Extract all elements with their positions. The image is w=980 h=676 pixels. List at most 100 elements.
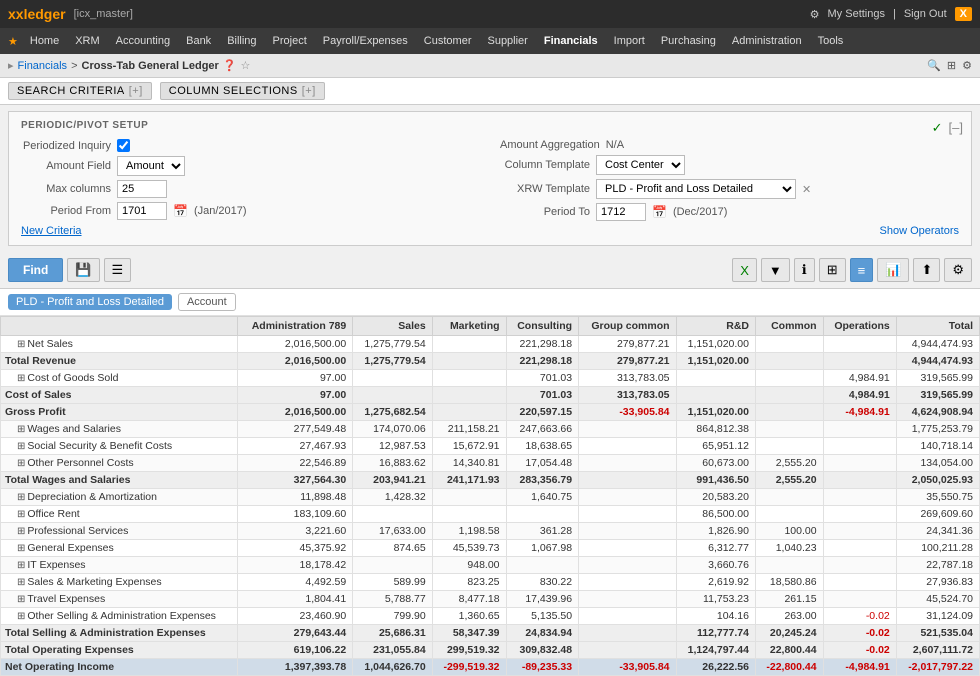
search-icon[interactable]: 🔍: [927, 59, 941, 72]
row-label[interactable]: ⊞Travel Expenses: [1, 591, 238, 608]
amount-field-select[interactable]: Amount: [117, 156, 185, 176]
row-label[interactable]: ⊞General Expenses: [1, 540, 238, 557]
setup-check-icon[interactable]: ✓: [932, 120, 943, 136]
row-label[interactable]: ⊞Sales & Marketing Expenses: [1, 574, 238, 591]
search-criteria-button[interactable]: SEARCH CRITERIA[+]: [8, 82, 152, 100]
max-columns-input[interactable]: [117, 180, 167, 198]
nav-bank[interactable]: Bank: [178, 31, 219, 51]
row-label: Total Revenue: [1, 353, 238, 370]
row-cell: [755, 353, 823, 370]
row-label[interactable]: ⊞IT Expenses: [1, 557, 238, 574]
row-cell: 17,054.48: [506, 455, 579, 472]
nav-administration[interactable]: Administration: [724, 31, 810, 51]
row-cell: 24,341.36: [896, 523, 979, 540]
row-label[interactable]: ⊞Net Sales: [1, 336, 238, 353]
row-cell: 864,812.38: [676, 421, 755, 438]
nav-customer[interactable]: Customer: [416, 31, 480, 51]
show-operators-link[interactable]: Show Operators: [880, 225, 959, 237]
row-cell: 45,524.70: [896, 591, 979, 608]
expand-icon[interactable]: ⊞: [17, 339, 25, 350]
expand-icon[interactable]: ⊞: [17, 526, 25, 537]
expand-icon[interactable]: ⊞: [17, 509, 25, 520]
row-label[interactable]: ⊞Cost of Goods Sold: [1, 370, 238, 387]
period-from-calendar-icon[interactable]: 📅: [173, 204, 188, 218]
chart-icon-button[interactable]: 📊: [877, 258, 909, 282]
row-label[interactable]: ⊞Wages and Salaries: [1, 421, 238, 438]
row-label[interactable]: ⊞Professional Services: [1, 523, 238, 540]
row-label[interactable]: ⊞Office Rent: [1, 506, 238, 523]
row-cell: [579, 574, 676, 591]
row-label[interactable]: ⊞Other Personnel Costs: [1, 455, 238, 472]
row-cell: [676, 387, 755, 404]
breadcrumb-financials[interactable]: Financials: [18, 60, 68, 72]
nav-billing[interactable]: Billing: [219, 31, 264, 51]
expand-icon[interactable]: ⊞: [17, 577, 25, 588]
row-cell: -4,984.91: [823, 404, 896, 421]
expand-icon[interactable]: ⊞: [17, 373, 25, 384]
tag-account[interactable]: Account: [178, 293, 236, 311]
sign-out-link[interactable]: Sign Out: [904, 8, 947, 20]
grid-icon-button[interactable]: ⊞: [819, 258, 846, 282]
col-header-marketing: Marketing: [432, 317, 506, 336]
settings-gear-icon[interactable]: ⚙: [962, 59, 972, 72]
nav-project[interactable]: Project: [265, 31, 315, 51]
row-label[interactable]: ⊞Other Selling & Administration Expenses: [1, 608, 238, 625]
row-cell: 299,519.32: [432, 642, 506, 659]
new-criteria-link[interactable]: New Criteria: [21, 225, 82, 237]
xrw-template-select[interactable]: PLD - Profit and Loss Detailed: [596, 179, 796, 199]
nav-financials[interactable]: Financials: [536, 31, 606, 51]
row-label[interactable]: ⊞Social Security & Benefit Costs: [1, 438, 238, 455]
nav-purchasing[interactable]: Purchasing: [653, 31, 724, 51]
row-cell: -0.02: [823, 625, 896, 642]
column-template-select[interactable]: Cost Center: [596, 155, 685, 175]
expand-icon[interactable]: ⊞: [17, 492, 25, 503]
row-cell: [755, 506, 823, 523]
list-icon-button[interactable]: ☰: [104, 258, 132, 282]
save-icon-button[interactable]: 💾: [67, 258, 99, 282]
row-cell: [676, 370, 755, 387]
nav-star-icon[interactable]: ★: [8, 35, 18, 48]
info-icon-button[interactable]: ℹ: [794, 258, 815, 282]
row-cell: 11,898.48: [238, 489, 353, 506]
help-icon[interactable]: ❓: [223, 59, 237, 72]
nav-accounting[interactable]: Accounting: [108, 31, 178, 51]
nav-payroll[interactable]: Payroll/Expenses: [315, 31, 416, 51]
favorite-icon[interactable]: ☆: [241, 59, 251, 72]
export-icon-button[interactable]: ⬆: [913, 258, 940, 282]
expand-icon[interactable]: ⊞: [17, 424, 25, 435]
row-cell: 140,718.14: [896, 438, 979, 455]
nav-tools[interactable]: Tools: [810, 31, 852, 51]
period-from-input[interactable]: [117, 202, 167, 220]
my-settings-link[interactable]: My Settings: [828, 8, 885, 20]
grid-icon[interactable]: ⊞: [947, 59, 956, 72]
nav-home[interactable]: Home: [22, 31, 67, 51]
column-selections-button[interactable]: COLUMN SELECTIONS[+]: [160, 82, 325, 100]
expand-icon[interactable]: ⊞: [17, 560, 25, 571]
periodized-inquiry-checkbox[interactable]: [117, 139, 130, 152]
expand-icon[interactable]: ⊞: [17, 441, 25, 452]
period-to-input[interactable]: [596, 203, 646, 221]
filter-icon-button[interactable]: ▼: [761, 258, 790, 282]
row-cell: 35,550.75: [896, 489, 979, 506]
find-button[interactable]: Find: [8, 258, 63, 282]
expand-icon[interactable]: ⊞: [17, 458, 25, 469]
row-cell: 6,312.77: [676, 540, 755, 557]
table-icon-button[interactable]: ≡: [850, 258, 874, 282]
settings-icon-button[interactable]: ⚙: [944, 258, 972, 282]
row-cell: [823, 506, 896, 523]
expand-icon[interactable]: ⊞: [17, 543, 25, 554]
row-cell: 8,477.18: [432, 591, 506, 608]
excel-icon-button[interactable]: X: [732, 258, 757, 282]
table-row: Net Operating Income1,397,393.781,044,62…: [1, 659, 980, 676]
nav-supplier[interactable]: Supplier: [479, 31, 535, 51]
period-to-calendar-icon[interactable]: 📅: [652, 205, 667, 219]
setup-collapse-icon[interactable]: [–]: [949, 120, 963, 136]
page-title: Cross-Tab General Ledger: [82, 60, 219, 72]
nav-xrm[interactable]: XRM: [67, 31, 107, 51]
row-cell: 279,877.21: [579, 336, 676, 353]
expand-icon[interactable]: ⊞: [17, 594, 25, 605]
row-label[interactable]: ⊞Depreciation & Amortization: [1, 489, 238, 506]
nav-import[interactable]: Import: [606, 31, 653, 51]
xrw-clear-icon[interactable]: ✕: [802, 183, 811, 196]
expand-icon[interactable]: ⊞: [17, 611, 25, 622]
